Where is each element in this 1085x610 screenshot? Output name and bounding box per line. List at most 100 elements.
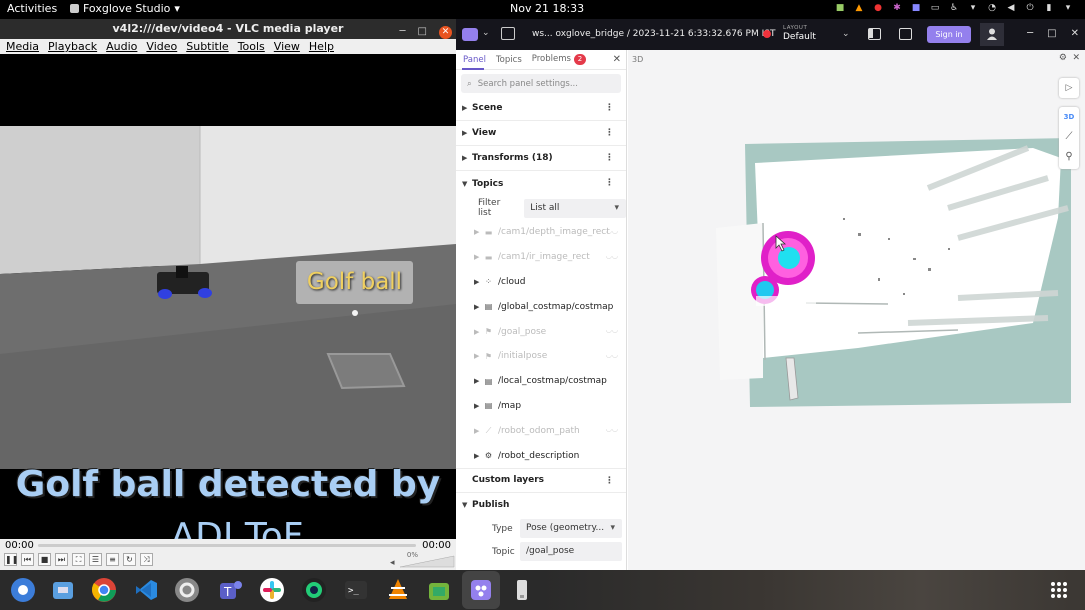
search-input[interactable]: Search panel settings... — [478, 79, 578, 89]
ruler-icon[interactable]: ⟋ — [1059, 127, 1079, 147]
camera-app-icon[interactable] — [299, 575, 329, 605]
maximize-icon[interactable]: □ — [1047, 28, 1056, 39]
app-menu[interactable]: Foxglove Studio ▾ — [70, 2, 180, 15]
right-sidebar-toggle-icon[interactable] — [899, 28, 912, 40]
teams-icon[interactable]: T — [215, 575, 245, 605]
maximize-icon[interactable]: □ — [418, 22, 427, 42]
chevron-right-icon[interactable]: ▶ — [474, 278, 483, 286]
previous-icon[interactable]: ⏮ — [21, 553, 34, 566]
loop-icon[interactable]: ↻ — [123, 553, 136, 566]
publish-topic-input[interactable]: /goal_pose — [520, 542, 622, 562]
usb-drive-icon[interactable] — [507, 575, 537, 605]
shuffle-icon[interactable]: ⤨ — [140, 553, 153, 566]
gear-icon[interactable]: ⚙ — [1059, 53, 1067, 63]
section-topics[interactable]: ▼ Topics ⋮ — [456, 171, 626, 196]
seek-bar[interactable] — [38, 544, 416, 547]
stop-icon[interactable]: ■ — [38, 553, 51, 566]
data-source-label[interactable]: ws... oxglove_bridge / 2023-11-21 6:33:3… — [532, 29, 775, 39]
minimize-icon[interactable]: ─ — [400, 22, 406, 42]
settings-icon[interactable] — [172, 575, 202, 605]
chevron-right-icon[interactable]: ▶ — [474, 377, 483, 385]
chat-tray-icon[interactable]: ▭ — [930, 3, 940, 13]
topic-row[interactable]: ▶ ⚑ /goal_pose ◡◡ — [456, 319, 626, 344]
menu-video[interactable]: Video — [146, 40, 177, 53]
playlist-icon[interactable]: ≡ — [106, 553, 119, 566]
chrome-icon[interactable] — [89, 575, 119, 605]
close-icon[interactable]: ✕ — [613, 54, 621, 65]
wifi-icon[interactable]: ◔ — [987, 3, 997, 13]
volume-icon[interactable]: ◀ — [1006, 3, 1016, 13]
visibility-toggle-icon[interactable]: ◡◡ — [606, 326, 618, 334]
topic-row[interactable]: ▶ ▬ /cam1/depth_image_rect ◡◡ — [456, 220, 626, 245]
3d-toggle-button[interactable]: 3D — [1059, 107, 1079, 127]
android-tray-icon[interactable]: ■ — [835, 3, 845, 13]
files-icon[interactable] — [48, 575, 78, 605]
minimize-icon[interactable]: ─ — [1027, 28, 1033, 39]
vscode-icon[interactable] — [131, 575, 161, 605]
data-source-icon[interactable] — [501, 27, 515, 40]
close-icon[interactable]: ✕ — [1071, 28, 1079, 39]
topic-row[interactable]: ▶ ⟋ /robot_odom_path ◡◡ — [456, 418, 626, 443]
select-tool-button[interactable]: ▷ — [1059, 78, 1079, 98]
menu-help[interactable]: Help — [309, 40, 334, 53]
chevron-down-icon[interactable]: ▾ — [968, 3, 978, 13]
layout-selector[interactable]: Default — [783, 32, 816, 42]
chevron-right-icon[interactable]: ▶ — [474, 303, 483, 311]
battery-icon[interactable]: ▮ — [1044, 3, 1054, 13]
menu-tools[interactable]: Tools — [238, 40, 265, 53]
publish-type-select[interactable]: Pose (geometry... — [520, 519, 622, 539]
chevron-right-icon[interactable]: ▶ — [474, 228, 483, 236]
sign-in-button[interactable]: Sign in — [927, 26, 971, 43]
filter-select[interactable]: List all — [524, 198, 626, 218]
more-vertical-icon[interactable]: ⋮ — [605, 128, 614, 138]
terminal-icon[interactable]: >_ — [341, 575, 371, 605]
chevron-right-icon[interactable]: ▶ — [474, 253, 483, 261]
tab-panel[interactable]: Panel — [463, 55, 486, 65]
close-icon[interactable]: ✕ — [1072, 53, 1080, 63]
foxglove-logo-icon[interactable] — [462, 28, 478, 41]
visibility-toggle-icon[interactable]: ◡◡ — [606, 227, 618, 235]
topic-row[interactable]: ▶ ▤ /global_costmap/costmap — [456, 294, 626, 319]
menu-media[interactable]: Media — [6, 40, 39, 53]
menu-playback[interactable]: Playback — [48, 40, 97, 53]
user-menu[interactable] — [980, 23, 1004, 46]
chevron-down-icon[interactable]: ▾ — [1063, 3, 1073, 13]
show-applications-icon[interactable] — [1051, 582, 1067, 598]
clock[interactable]: Nov 21 18:33 — [510, 2, 584, 15]
chevron-right-icon[interactable]: ▶ — [474, 402, 483, 410]
section-transforms[interactable]: ▶ Transforms (18) ⋮ — [456, 146, 626, 171]
tab-topics[interactable]: Topics — [496, 55, 522, 65]
menu-view[interactable]: View — [274, 40, 300, 53]
chevron-down-icon[interactable]: ⌄ — [482, 28, 490, 38]
android-studio-icon[interactable] — [424, 575, 454, 605]
topic-row[interactable]: ▶ ▤ /local_costmap/costmap — [456, 369, 626, 394]
more-vertical-icon[interactable]: ⋮ — [605, 476, 614, 486]
section-custom-layers[interactable]: Custom layers ⋮ — [456, 467, 626, 493]
vlc-icon[interactable] — [383, 575, 413, 605]
chevron-right-icon[interactable]: ▶ — [474, 328, 483, 336]
pause-icon[interactable]: ❚❚ — [4, 553, 18, 566]
foxglove-dock-icon[interactable] — [466, 575, 496, 605]
left-sidebar-toggle-icon[interactable] — [868, 28, 881, 40]
extended-settings-icon[interactable]: ☰ — [89, 553, 102, 566]
visibility-toggle-icon[interactable]: ◡◡ — [606, 252, 618, 260]
fullscreen-icon[interactable]: ⛶ — [72, 553, 85, 566]
vlc-tray-icon[interactable]: ▲ — [854, 3, 864, 13]
topic-row[interactable]: ▶ ⚑ /initialpose ◡◡ — [456, 344, 626, 369]
record-tray-icon[interactable]: ● — [873, 3, 883, 13]
topic-row[interactable]: ▶ ⚙ /robot_description — [456, 443, 626, 468]
menu-subtitle[interactable]: Subtitle — [186, 40, 228, 53]
publish-pose-icon[interactable]: ⚲ — [1059, 147, 1079, 167]
chevron-right-icon[interactable]: ▶ — [474, 427, 483, 435]
next-icon[interactable]: ⏭ — [55, 553, 68, 566]
power-icon[interactable]: ⏻ — [1025, 3, 1035, 13]
teams-tray-icon[interactable]: ■ — [911, 3, 921, 13]
visibility-toggle-icon[interactable]: ◡◡ — [606, 351, 618, 359]
chevron-down-icon[interactable]: ⌄ — [842, 29, 850, 39]
menu-audio[interactable]: Audio — [106, 40, 137, 53]
3d-panel[interactable]: 3D ⚙ ✕ ▷ 3D ⟋ ⚲ — [628, 50, 1085, 570]
slack-tray-icon[interactable]: ✱ — [892, 3, 902, 13]
close-icon[interactable]: ✕ — [439, 25, 452, 39]
section-publish[interactable]: ▼ Publish — [456, 493, 626, 518]
visibility-toggle-icon[interactable]: ◡◡ — [606, 425, 618, 433]
